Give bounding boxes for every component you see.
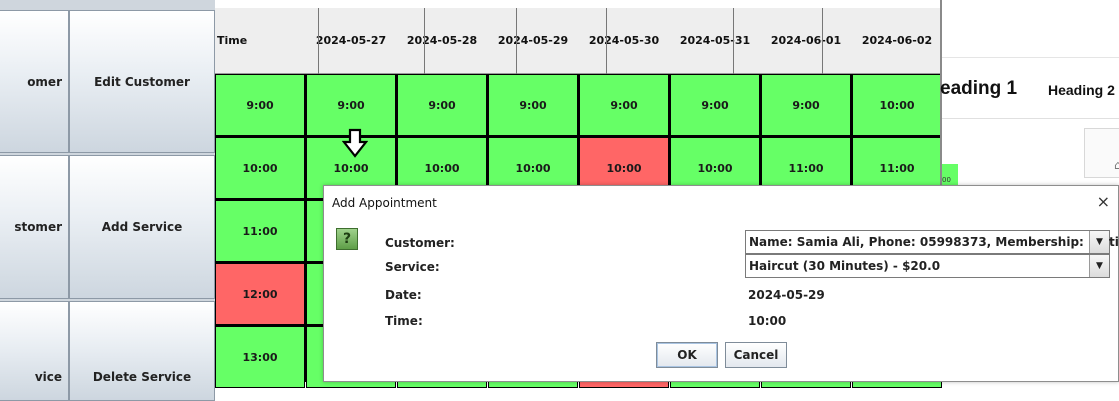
divider bbox=[942, 118, 1119, 119]
time-slot-cell[interactable]: 11:00 bbox=[215, 200, 305, 262]
ok-button[interactable]: OK bbox=[656, 342, 718, 368]
column-divider bbox=[606, 8, 607, 74]
header-date: 2024-06-01 bbox=[770, 34, 842, 47]
appointment-slot-cell[interactable]: 9:00 bbox=[306, 74, 396, 136]
service-select-value: Haircut (30 Minutes) - $20.0 bbox=[749, 259, 941, 273]
header-date: 2024-05-30 bbox=[588, 34, 660, 47]
date-value: 2024-05-29 bbox=[748, 288, 825, 302]
schedule-header: Time 2024-05-27 2024-05-28 2024-05-29 20… bbox=[215, 8, 945, 74]
column-divider bbox=[733, 8, 734, 74]
heading-1-style[interactable]: eading 1 bbox=[940, 78, 1017, 100]
add-appointment-dialog: Add Appointment × ? Customer: Name: Sami… bbox=[323, 185, 1119, 382]
appointment-slot-cell[interactable]: 10:00 bbox=[852, 74, 942, 136]
customer-select-value: Name: Samia Ali, Phone: 05998373, Member… bbox=[749, 235, 1119, 249]
scroll-icon[interactable]: ⌂ bbox=[1114, 158, 1119, 172]
cell-fragment: 00 bbox=[942, 164, 958, 186]
date-label: Date: bbox=[385, 288, 422, 302]
service-select[interactable]: Haircut (30 Minutes) - $20.0 ▼ bbox=[745, 254, 1110, 278]
appointment-slot-cell[interactable]: 9:00 bbox=[579, 74, 669, 136]
dialog-title: Add Appointment bbox=[332, 196, 437, 210]
header-date: 2024-05-27 bbox=[315, 34, 387, 47]
service-label: Service: bbox=[385, 260, 440, 274]
time-slot-cell[interactable]: 9:00 bbox=[215, 74, 305, 136]
header-date: 2024-05-29 bbox=[497, 34, 569, 47]
right-page-toolbar bbox=[942, 0, 1119, 58]
appointment-slot-cell[interactable]: 9:00 bbox=[670, 74, 760, 136]
question-icon: ? bbox=[336, 228, 358, 250]
time-value: 10:00 bbox=[748, 314, 787, 328]
column-divider bbox=[516, 8, 517, 74]
customer-select[interactable]: Name: Samia Ali, Phone: 05998373, Member… bbox=[745, 230, 1119, 254]
add-service-button[interactable]: Add Service bbox=[69, 155, 215, 299]
chevron-down-icon[interactable]: ▼ bbox=[1089, 255, 1109, 277]
cancel-button[interactable]: Cancel bbox=[725, 342, 787, 368]
header-date: 2024-05-28 bbox=[406, 34, 478, 47]
column-divider bbox=[424, 8, 425, 74]
time-label: Time: bbox=[385, 314, 423, 328]
appointment-slot-cell[interactable]: 9:00 bbox=[488, 74, 578, 136]
service-button[interactable]: vice bbox=[0, 301, 69, 401]
heading-2-style[interactable]: Heading 2 bbox=[1048, 82, 1115, 98]
header-time: Time bbox=[217, 34, 248, 47]
time-slot-cell[interactable]: 12:00 bbox=[215, 263, 305, 325]
left-button-panel: omer Edit Customer stomer Add Service vi… bbox=[0, 0, 215, 401]
delete-service-button[interactable]: Delete Service bbox=[69, 301, 215, 401]
customer-button-2[interactable]: stomer bbox=[0, 155, 69, 299]
customer-label: Customer: bbox=[385, 236, 455, 250]
customer-button[interactable]: omer bbox=[0, 10, 69, 153]
edit-customer-button[interactable]: Edit Customer bbox=[69, 10, 215, 153]
down-arrow-icon bbox=[341, 128, 369, 161]
time-slot-cell[interactable]: 10:00 bbox=[215, 137, 305, 199]
chevron-down-icon[interactable]: ▼ bbox=[1089, 231, 1109, 253]
time-slot-cell[interactable]: 13:00 bbox=[215, 326, 305, 388]
column-divider bbox=[822, 8, 823, 74]
column-divider bbox=[318, 8, 319, 74]
header-date: 2024-05-31 bbox=[679, 34, 751, 47]
close-icon[interactable]: × bbox=[1097, 192, 1110, 211]
appointment-slot-cell[interactable]: 9:00 bbox=[397, 74, 487, 136]
header-date: 2024-06-02 bbox=[861, 34, 933, 47]
appointment-slot-cell[interactable]: 9:00 bbox=[761, 74, 851, 136]
